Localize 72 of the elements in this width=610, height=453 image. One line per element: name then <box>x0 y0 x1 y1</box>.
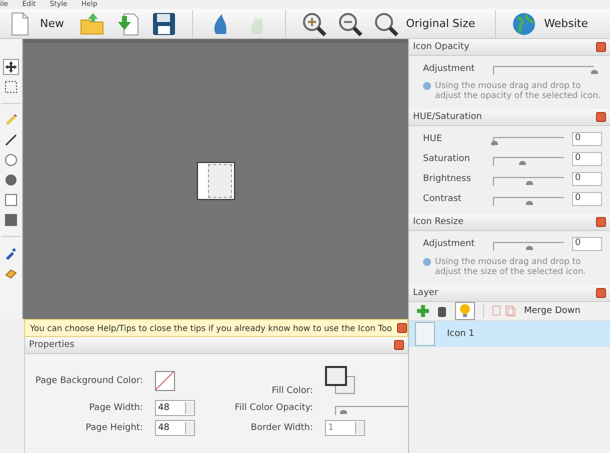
slider-label: Saturation <box>423 154 471 164</box>
slider-thumb[interactable] <box>591 70 598 74</box>
move-arrows-icon <box>4 60 18 74</box>
spin-field[interactable]: 48 <box>155 420 195 436</box>
visibility-button[interactable] <box>455 302 475 320</box>
field-label: Fill Color Opacity: <box>234 403 314 413</box>
icon-canvas[interactable] <box>196 162 234 200</box>
slider[interactable] <box>493 176 564 186</box>
light-bulb-icon <box>459 304 471 318</box>
filled-square-icon <box>4 213 18 227</box>
tool-button[interactable] <box>3 59 19 75</box>
slider-thumb[interactable] <box>526 200 533 204</box>
panel-title: Properties <box>29 340 74 350</box>
square-outline-icon <box>4 193 18 207</box>
eyedropper-icon <box>4 246 18 260</box>
slider[interactable] <box>493 136 564 146</box>
marquee-icon <box>4 80 18 94</box>
panel-title: Layer <box>413 288 438 298</box>
panel-title: HUE/Saturation <box>413 112 482 122</box>
tool-button[interactable] <box>3 132 19 148</box>
help-icon <box>423 258 431 266</box>
slider[interactable] <box>335 406 408 414</box>
toolbar-button[interactable]: Website <box>508 10 596 38</box>
slider-thumb[interactable] <box>526 180 533 184</box>
slider-label: Brightness <box>423 174 472 184</box>
value-field[interactable]: 0 <box>572 237 602 251</box>
slider-label: HUE <box>423 134 444 144</box>
layer-thumbnail <box>415 322 435 346</box>
layer-copy-icon[interactable] <box>492 305 516 317</box>
slider-thumb[interactable] <box>519 160 526 164</box>
slider-label: Adjustment <box>423 64 475 74</box>
toolbar-button[interactable]: Original Size <box>370 10 484 38</box>
field-label: Border Width: <box>250 423 314 433</box>
close-icon[interactable] <box>596 217 606 227</box>
spin-field[interactable]: 48 <box>155 400 195 416</box>
add-icon[interactable] <box>417 305 429 317</box>
slider-label: Adjustment <box>423 239 475 249</box>
field-label: Page Width: <box>88 403 144 413</box>
tool-button[interactable] <box>3 79 19 95</box>
slider-thumb[interactable] <box>526 246 533 250</box>
slider-thumb[interactable] <box>491 140 498 144</box>
toolbar-button[interactable]: New <box>4 10 72 38</box>
value-field[interactable]: 0 <box>572 152 602 166</box>
value-field[interactable]: 0 <box>572 172 602 186</box>
tip-text: You can choose Help/Tips to close the tips if you already know how to use the Icon Too <box>30 323 392 333</box>
panel-title: Icon Resize <box>413 217 464 227</box>
hint-text: Using the mouse drag and drop to adjust the size of the selected icon. <box>435 257 588 277</box>
slider[interactable] <box>493 196 564 206</box>
fill-color-swatch[interactable] <box>325 366 357 396</box>
slider[interactable] <box>493 242 564 250</box>
close-icon[interactable] <box>596 112 606 122</box>
merge-down-button[interactable]: Merge Down <box>524 306 580 316</box>
slider-thumb[interactable] <box>340 410 348 414</box>
slider-label: Contrast <box>423 194 462 204</box>
field-label: Page Background Color: <box>34 376 144 386</box>
field-label: Page Height: <box>84 423 144 433</box>
slider[interactable] <box>493 156 564 166</box>
hint-text: Using the mouse drag and drop to adjust the opacity of the selected icon. <box>435 81 602 101</box>
value-field[interactable]: 0 <box>572 132 602 146</box>
layer-item[interactable]: Icon 1 <box>409 321 610 347</box>
pencil-icon <box>4 113 18 127</box>
panel-title: Icon Opacity <box>413 42 470 52</box>
circle-outline-icon <box>4 153 18 167</box>
close-icon[interactable] <box>596 288 606 298</box>
value-field[interactable]: 0 <box>572 192 602 206</box>
spin-field[interactable]: 1 <box>325 420 365 436</box>
filled-circle-icon <box>4 173 18 187</box>
help-icon <box>423 82 431 90</box>
color-swatch[interactable] <box>155 371 175 391</box>
close-icon[interactable] <box>596 42 606 52</box>
field-label: Fill Color: <box>270 386 314 396</box>
line-icon <box>4 133 18 147</box>
